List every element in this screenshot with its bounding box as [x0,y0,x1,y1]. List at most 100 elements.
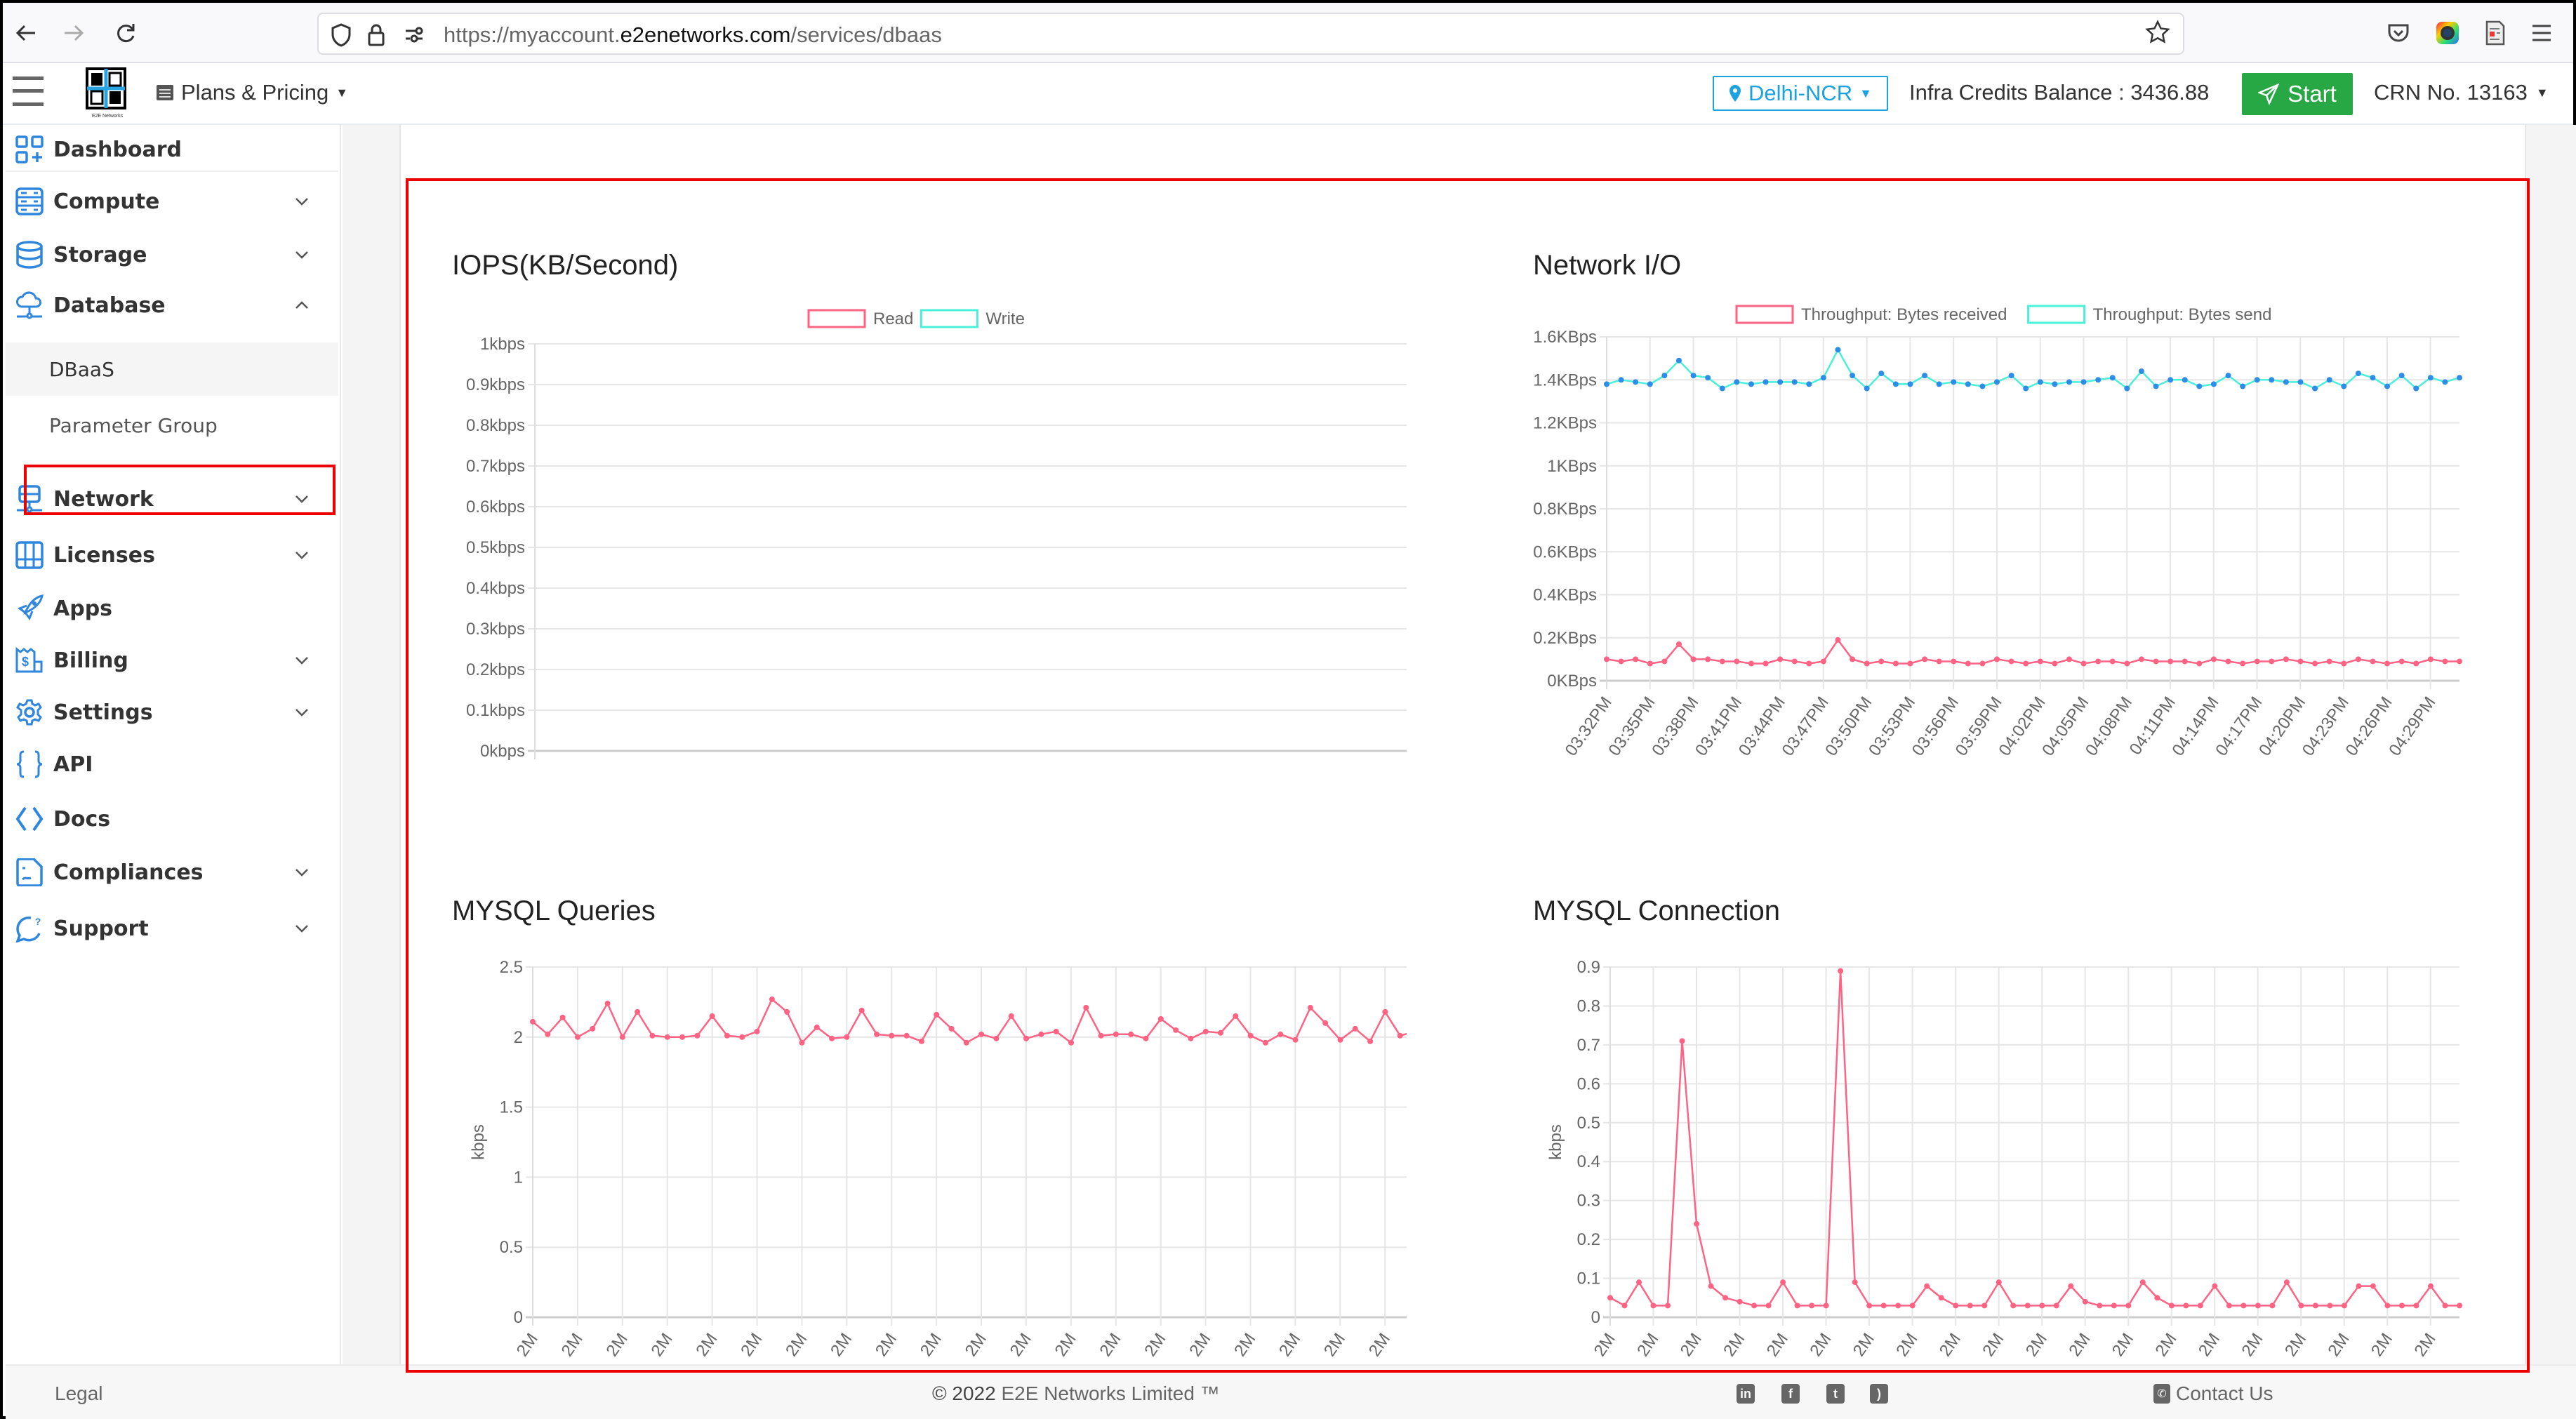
data-point [1690,373,1697,379]
data-point [829,1035,835,1041]
forward-button[interactable] [56,15,91,51]
x-tick-label: 2M [1007,1330,1035,1360]
data-point [635,1008,641,1015]
data-point [993,1035,1000,1041]
data-point [1850,656,1856,662]
sidebar-item-network[interactable]: Network [6,474,338,524]
data-point [1322,1020,1329,1026]
data-point [1307,1004,1313,1011]
e2e-logo[interactable]: E2E Networks [86,67,129,119]
browser-toolbar: https://myaccount.e2enetworks.com/servic… [3,3,2573,63]
data-point [1277,1031,1284,1037]
data-point [1777,656,1784,662]
data-point [1762,660,1769,667]
x-tick-label: 2M [1096,1330,1124,1360]
pdf-extension-icon[interactable] [2479,17,2511,49]
crn-label: CRN No. 13163 [2374,80,2528,105]
legend-label: Throughput: Bytes send [2093,305,2272,324]
data-point [1292,1037,1299,1043]
sidebar-item-apps[interactable]: Apps [6,584,338,633]
rss-icon[interactable]: ) [1870,1384,1888,1404]
sidebar-item-api[interactable]: API [6,740,338,789]
browser-menu-icon[interactable] [2525,17,2558,49]
sidebar-item-database[interactable]: Database [6,281,338,330]
data-point [2109,375,2116,381]
data-point [2010,1303,2017,1309]
data-point [2370,658,2376,665]
linkedin-icon[interactable]: in [1737,1384,1755,1404]
permissions-icon[interactable] [400,21,428,49]
sidebar-item-support[interactable]: ? Support [6,904,338,953]
arrow-left-icon [15,25,35,41]
pocket-icon[interactable] [2382,17,2415,49]
y-tick-label: 0.5 [1577,1114,1600,1133]
data-point [2053,1303,2059,1309]
data-point [1618,658,1624,665]
data-point [2037,379,2043,385]
data-point [1633,656,1639,662]
address-bar[interactable]: https://myaccount.e2enetworks.com/servic… [317,13,2184,55]
sidebar-subitem-label: DBaaS [49,357,114,381]
data-point [1708,1283,1714,1289]
data-point [2442,1303,2448,1309]
facebook-icon[interactable]: f [1781,1384,1800,1404]
data-point [2097,1303,2103,1309]
reload-button[interactable] [108,15,143,51]
start-button[interactable]: Start [2242,73,2353,115]
data-point [1694,1220,1700,1227]
shield-icon[interactable] [327,21,355,49]
sidebar-item-dashboard[interactable]: Dashboard [6,125,338,174]
sidebar-item-billing[interactable]: $ Billing [6,636,338,685]
sidebar-item-label: Licenses [53,542,155,568]
x-tick-label: 2M [1365,1330,1394,1360]
copyright-brand-link[interactable]: E2E Networks Limited ™ [1001,1383,1219,1404]
crn-account-menu[interactable]: CRN No. 13163 ▼ [2374,80,2549,105]
data-point [2183,1303,2189,1309]
data-point [2255,1303,2261,1309]
lock-icon[interactable] [362,21,390,49]
data-point [1996,1279,2002,1286]
data-point [978,1031,985,1037]
sidebar-toggle-icon[interactable] [13,72,44,111]
data-point [2341,1303,2347,1309]
bookmark-star-icon[interactable] [2145,20,2170,52]
sidebar-item-label: Apps [53,596,113,621]
sidebar-item-storage[interactable]: Storage [6,230,338,279]
sidebar-item-compliances[interactable]: Compliances [6,848,338,897]
arrow-right-icon [65,25,84,41]
twitter-icon[interactable]: t [1826,1384,1845,1404]
contact-us-link[interactable]: ✆ Contact Us [2153,1383,2273,1405]
data-point [784,1008,790,1015]
data-point [2052,660,2058,667]
server-icon [14,186,45,217]
chevron-down-icon [296,925,308,933]
data-point [2413,660,2419,667]
data-point [2283,656,2289,662]
url-text[interactable]: https://myaccount.e2enetworks.com/servic… [444,22,942,48]
sidebar-item-settings[interactable]: Settings [6,688,338,737]
plans-pricing-menu[interactable]: Plans & Pricing ▼ [156,80,348,105]
sidebar-item-docs[interactable]: Docs [6,794,338,844]
data-point [2427,1283,2434,1289]
caret-down-icon: ▼ [336,85,349,100]
region-selector[interactable]: Delhi-NCR ▼ [1713,76,1888,111]
color-picker-extension-icon[interactable] [2431,17,2464,49]
back-button[interactable] [8,15,44,51]
y-tick-label: 0kbps [480,742,525,761]
sidebar-item-compute[interactable]: Compute [6,177,338,226]
y-tick-label: 0.8 [1577,997,1600,1015]
y-tick-label: 0.8KBps [1533,500,1597,519]
plans-label: Plans & Pricing [181,80,329,105]
data-point [2182,658,2188,665]
sidebar-subitem-parameter-group[interactable]: Parameter Group [6,399,338,452]
data-point [2039,1303,2045,1309]
sidebar-item-licenses[interactable]: Licenses [6,531,338,580]
data-point [2154,1295,2160,1301]
document-icon [14,857,45,888]
data-point [2254,377,2260,383]
data-point [2052,381,2058,387]
data-point [2196,383,2203,389]
data-point [1892,660,1899,667]
sidebar-subitem-dbaas[interactable]: DBaaS [6,342,338,396]
legal-link[interactable]: Legal [55,1383,103,1405]
